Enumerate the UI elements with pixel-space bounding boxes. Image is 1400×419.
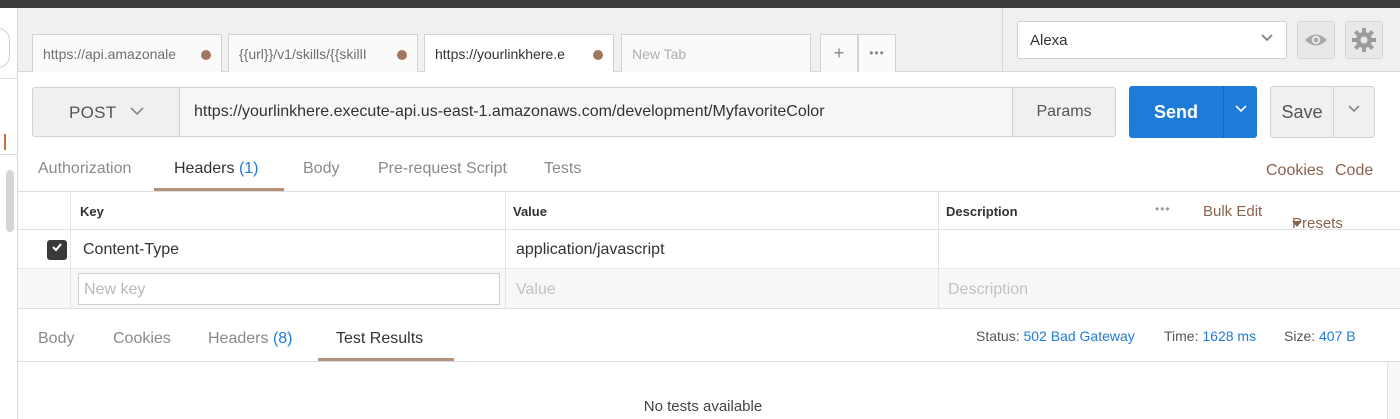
new-value-input[interactable]: Value <box>516 281 556 299</box>
active-tab-indicator <box>318 358 454 361</box>
window-top-bar <box>0 0 1400 8</box>
sidebar-divider <box>0 154 18 155</box>
http-method-select[interactable]: POST <box>32 87 180 137</box>
request-tab[interactable]: {{url}}/v1/skills/{{skillI <box>228 34 418 72</box>
more-tabs-button[interactable]: ••• <box>858 34 896 72</box>
tab-headers-label: Headers <box>174 160 235 177</box>
column-divider <box>505 192 506 308</box>
environment-quick-look-button[interactable] <box>1297 21 1335 59</box>
request-tab-bar: https://api.amazonale {{url}}/v1/skills/… <box>18 8 1002 73</box>
more-options-button[interactable]: ••• <box>1155 202 1171 216</box>
column-header-key: Key <box>80 204 104 219</box>
sidebar-toggle-button[interactable] <box>0 28 10 68</box>
http-method-value: POST <box>69 103 117 122</box>
unsaved-dot-icon <box>593 50 603 60</box>
manage-environments-button[interactable] <box>1345 21 1383 59</box>
request-tab[interactable]: New Tab <box>621 34 811 72</box>
response-tab-body[interactable]: Body <box>38 330 74 348</box>
new-key-placeholder: New key <box>84 281 146 298</box>
send-button[interactable]: Send <box>1129 86 1223 138</box>
save-options-button[interactable] <box>1333 86 1375 138</box>
active-tab-indicator <box>154 188 284 191</box>
table-row: Content-Type application/javascript <box>18 230 1400 269</box>
send-button-label: Send <box>1153 102 1198 122</box>
response-tab-headers[interactable]: Headers (8) <box>208 330 293 348</box>
unsaved-dot-icon <box>201 50 211 60</box>
unsaved-dot-icon <box>397 50 407 60</box>
column-header-description: Description <box>946 204 1018 219</box>
time-value: 1628 ms <box>1202 328 1257 344</box>
eye-icon <box>1298 34 1334 62</box>
chevron-down-icon <box>1260 31 1274 48</box>
response-size: Size: 407 B <box>1284 328 1356 344</box>
collapsed-sidebar <box>0 8 18 419</box>
status-label: Status: <box>976 328 1020 344</box>
status-value: 502 Bad Gateway <box>1023 328 1135 344</box>
time-label: Time: <box>1164 328 1199 344</box>
column-header-value: Value <box>513 204 547 219</box>
checkbox-checked-icon[interactable] <box>47 240 67 260</box>
table-header-row: Key Value Description ••• Bulk Edit Pres… <box>18 192 1400 232</box>
request-subtab-bar: Authorization Headers (1) Body Pre-reque… <box>18 152 1400 192</box>
environment-bar: Alexa <box>1002 8 1400 72</box>
add-tab-button[interactable]: + <box>820 34 858 72</box>
plus-icon: + <box>833 43 845 63</box>
send-options-button[interactable] <box>1223 86 1257 138</box>
response-status: Status: 502 Bad Gateway <box>976 328 1135 344</box>
request-tab-active[interactable]: https://yourlinkhere.e <box>424 34 614 73</box>
environment-select-value: Alexa <box>1030 32 1068 49</box>
gear-icon <box>1346 28 1382 62</box>
save-button-label: Save <box>1281 102 1323 122</box>
tab-headers-count: (1) <box>238 160 259 177</box>
request-tab-label: New Tab <box>632 46 687 62</box>
column-divider <box>70 192 71 308</box>
new-key-input[interactable]: New key <box>78 273 500 305</box>
request-url-bar: POST https://yourlinkhere.execute-api.us… <box>18 72 1400 152</box>
request-url-value: https://yourlinkhere.execute-api.us-east… <box>194 103 825 120</box>
empty-test-results-message: No tests available <box>643 398 763 415</box>
response-scrollbar[interactable] <box>1387 362 1400 419</box>
header-key-cell[interactable]: Content-Type <box>83 241 179 259</box>
save-button[interactable]: Save <box>1270 86 1334 138</box>
request-tab-label: {{url}}/v1/skills/{{skillI <box>239 46 367 62</box>
tab-tests[interactable]: Tests <box>544 160 581 178</box>
tab-authorization[interactable]: Authorization <box>38 160 131 178</box>
request-tab-label: https://api.amazonale <box>43 46 177 62</box>
request-tab-label: https://yourlinkhere.e <box>435 46 565 62</box>
tab-body[interactable]: Body <box>303 160 339 178</box>
new-header-row: New key Value Description <box>18 269 1400 309</box>
cookies-link[interactable]: Cookies <box>1266 162 1324 180</box>
header-value-cell[interactable]: application/javascript <box>516 241 665 259</box>
chevron-down-icon <box>129 103 145 122</box>
request-tab[interactable]: https://api.amazonale <box>32 34 222 72</box>
params-button-label: Params <box>1036 103 1092 120</box>
tab-prerequest-script[interactable]: Pre-request Script <box>378 160 507 178</box>
response-tab-test-results[interactable]: Test Results <box>336 330 423 348</box>
headers-table: Key Value Description ••• Bulk Edit Pres… <box>18 192 1400 310</box>
ellipsis-icon: ••• <box>869 46 885 60</box>
chevron-down-icon <box>1347 104 1361 119</box>
sidebar-scrollbar[interactable] <box>6 170 14 232</box>
response-time: Time: 1628 ms <box>1164 328 1256 344</box>
bulk-edit-button[interactable]: Bulk Edit <box>1203 203 1262 220</box>
chevron-down-icon <box>1234 103 1248 119</box>
code-link[interactable]: Code <box>1335 162 1373 180</box>
response-tab-headers-label: Headers <box>208 330 269 347</box>
column-divider <box>938 192 939 308</box>
tab-headers[interactable]: Headers (1) <box>174 160 259 178</box>
response-tab-bar: Body Cookies Headers (8) Test Results St… <box>18 310 1400 362</box>
environment-select[interactable]: Alexa <box>1017 21 1287 59</box>
sidebar-divider <box>0 78 18 79</box>
size-label: Size: <box>1284 328 1316 344</box>
request-url-input[interactable]: https://yourlinkhere.execute-api.us-east… <box>180 87 1014 137</box>
response-tab-headers-count: (8) <box>272 330 293 347</box>
size-value: 407 B <box>1319 328 1356 344</box>
params-button[interactable]: Params <box>1012 87 1116 137</box>
new-description-input[interactable]: Description <box>948 281 1028 299</box>
sidebar-marker <box>4 134 6 150</box>
response-tab-cookies[interactable]: Cookies <box>113 330 171 348</box>
